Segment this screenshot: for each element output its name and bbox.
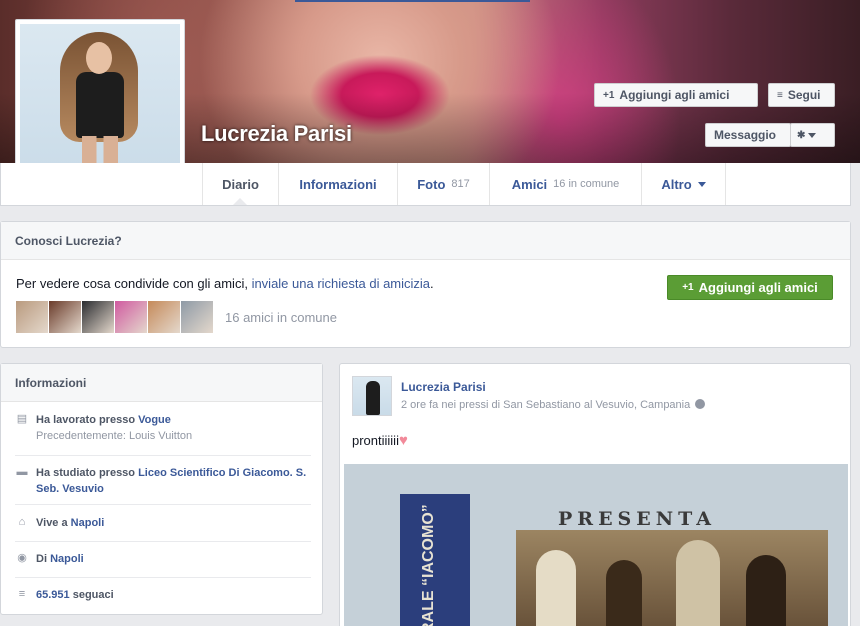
post-text-content: prontiiiiii (352, 433, 399, 448)
poster-graphic: RALE “IACOMO” (400, 494, 470, 626)
tab-altro[interactable]: Altro (641, 163, 726, 205)
info-row-from: ◉ Di Napoli (15, 551, 311, 578)
mutual-friend-thumbnail[interactable] (148, 301, 180, 333)
timeline-post: Lucrezia Parisi 2 ore fa nei pressi di S… (339, 363, 851, 626)
add-friend-button[interactable]: +1 Aggiungi agli amici (594, 83, 758, 107)
globe-icon[interactable] (695, 399, 706, 409)
friend-request-box: Conosci Lucrezia? Per vedere cosa condiv… (0, 221, 851, 348)
add-friend-green-button[interactable]: +1 Aggiungi agli amici (667, 275, 833, 300)
tab-label: Amici (511, 176, 548, 192)
home-icon: ⌂ (18, 516, 26, 528)
info-row-text: Vive a Napoli (36, 515, 311, 531)
tab-informazioni[interactable]: Informazioni (278, 163, 397, 205)
tab-label: Altro (661, 176, 692, 192)
photo-scene (516, 530, 828, 626)
tab-label: Informazioni (299, 176, 377, 192)
follow-button[interactable]: ≡ Segui (768, 83, 835, 107)
info-prefix: Di (36, 553, 51, 565)
rss-icon: ≡ (18, 588, 26, 600)
post-text: prontiiiiii♥ (352, 432, 408, 449)
briefcase-icon: ▤ (16, 413, 28, 425)
tab-foto[interactable]: Foto 817 (397, 163, 489, 205)
profile-picture[interactable] (15, 19, 185, 187)
friend-request-title: Conosci Lucrezia? (1, 222, 850, 260)
info-row-followers: ≡ 65.951 seguaci (15, 587, 311, 607)
message-button[interactable]: Messaggio (705, 123, 791, 147)
post-author-name[interactable]: Lucrezia Parisi (401, 380, 486, 394)
post-meta-text: 2 ore fa nei pressi di San Sebastiano al… (401, 399, 691, 411)
info-prefix: Ha studiato presso (36, 467, 139, 479)
mutual-friend-thumbnail[interactable] (181, 301, 213, 333)
info-row-text: Di Napoli (36, 551, 311, 567)
add-friend-green-label: Aggiungi agli amici (698, 280, 818, 295)
friend-request-text: Per vedere cosa condivide con gli amici,… (16, 276, 434, 291)
tab-count: 817 (451, 178, 470, 190)
add-friend-label: Aggiungi agli amici (619, 88, 730, 102)
info-row-text: 65.951 seguaci (36, 587, 311, 603)
mutual-friend-thumbnail[interactable] (115, 301, 147, 333)
info-link-vogue[interactable]: Vogue (138, 414, 171, 426)
post-meta: 2 ore fa nei pressi di San Sebastiano al… (401, 399, 706, 411)
info-suffix: seguaci (69, 589, 114, 601)
add-friend-icon: +1 (682, 282, 694, 293)
profile-tabs: Diario Informazioni Foto 817 Amici 16 in… (0, 163, 851, 206)
info-card: Informazioni ▤ Ha lavorato presso Vogue … (0, 363, 323, 615)
location-pin-icon: ◉ (17, 552, 27, 564)
tab-amici[interactable]: Amici 16 in comune (489, 163, 641, 205)
tab-label: Foto (417, 176, 446, 192)
friend-request-text-before: Per vedere cosa condivide con gli amici, (16, 276, 252, 291)
follow-label: Segui (787, 88, 821, 102)
followers-count-link[interactable]: 65.951 (36, 589, 70, 601)
info-prefix: Ha lavorato presso (36, 414, 139, 426)
message-label: Messaggio (714, 128, 777, 142)
settings-dropdown-button[interactable]: ✱ (790, 123, 835, 147)
tab-label: Diario (222, 176, 259, 192)
chevron-down-icon (697, 182, 706, 187)
mutual-friends-thumbnails (16, 301, 213, 333)
poster-text: RALE “IACOMO” (420, 504, 437, 626)
mutual-friend-thumbnail[interactable] (49, 301, 81, 333)
info-link-from[interactable]: Napoli (50, 553, 84, 565)
top-blue-bar (295, 0, 530, 2)
info-card-title: Informazioni (1, 364, 322, 402)
add-friend-icon: +1 (603, 89, 615, 101)
info-row-work: ▤ Ha lavorato presso Vogue Precedentemen… (15, 412, 311, 456)
profile-picture-image (20, 24, 180, 182)
send-friend-request-link[interactable]: inviale una richiesta di amicizia (252, 276, 430, 291)
info-row-text: Ha lavorato presso Vogue (36, 412, 311, 428)
active-tab-pointer (233, 198, 247, 205)
info-row-lives: ⌂ Vive a Napoli (15, 515, 311, 542)
mutual-friend-thumbnail[interactable] (16, 301, 48, 333)
rss-icon: ≡ (777, 89, 783, 101)
info-prefix: Vive a (36, 517, 71, 529)
info-row-text: Ha studiato presso Liceo Scientifico Di … (36, 465, 311, 497)
photo-heading-text: PRESENTA (558, 508, 716, 530)
school-icon: ▬ (16, 466, 28, 478)
tab-count: 16 in comune (553, 178, 620, 190)
friend-request-text-after: . (430, 276, 434, 291)
mutual-friends-link[interactable]: 16 amici in comune (225, 310, 337, 325)
info-row-education: ▬ Ha studiato presso Liceo Scientifico D… (15, 465, 311, 505)
profile-name[interactable]: Lucrezia Parisi (201, 121, 352, 147)
info-link-lives[interactable]: Napoli (71, 517, 105, 529)
mutual-friend-thumbnail[interactable] (82, 301, 114, 333)
post-photo[interactable]: RALE “IACOMO” PRESENTA (344, 464, 848, 626)
post-author-avatar[interactable] (352, 376, 392, 416)
gear-icon: ✱ (797, 129, 806, 141)
info-sub-previous: Precedentemente: Louis Vuitton (36, 430, 193, 442)
chevron-down-icon (808, 133, 817, 138)
heart-icon: ♥ (398, 432, 408, 449)
